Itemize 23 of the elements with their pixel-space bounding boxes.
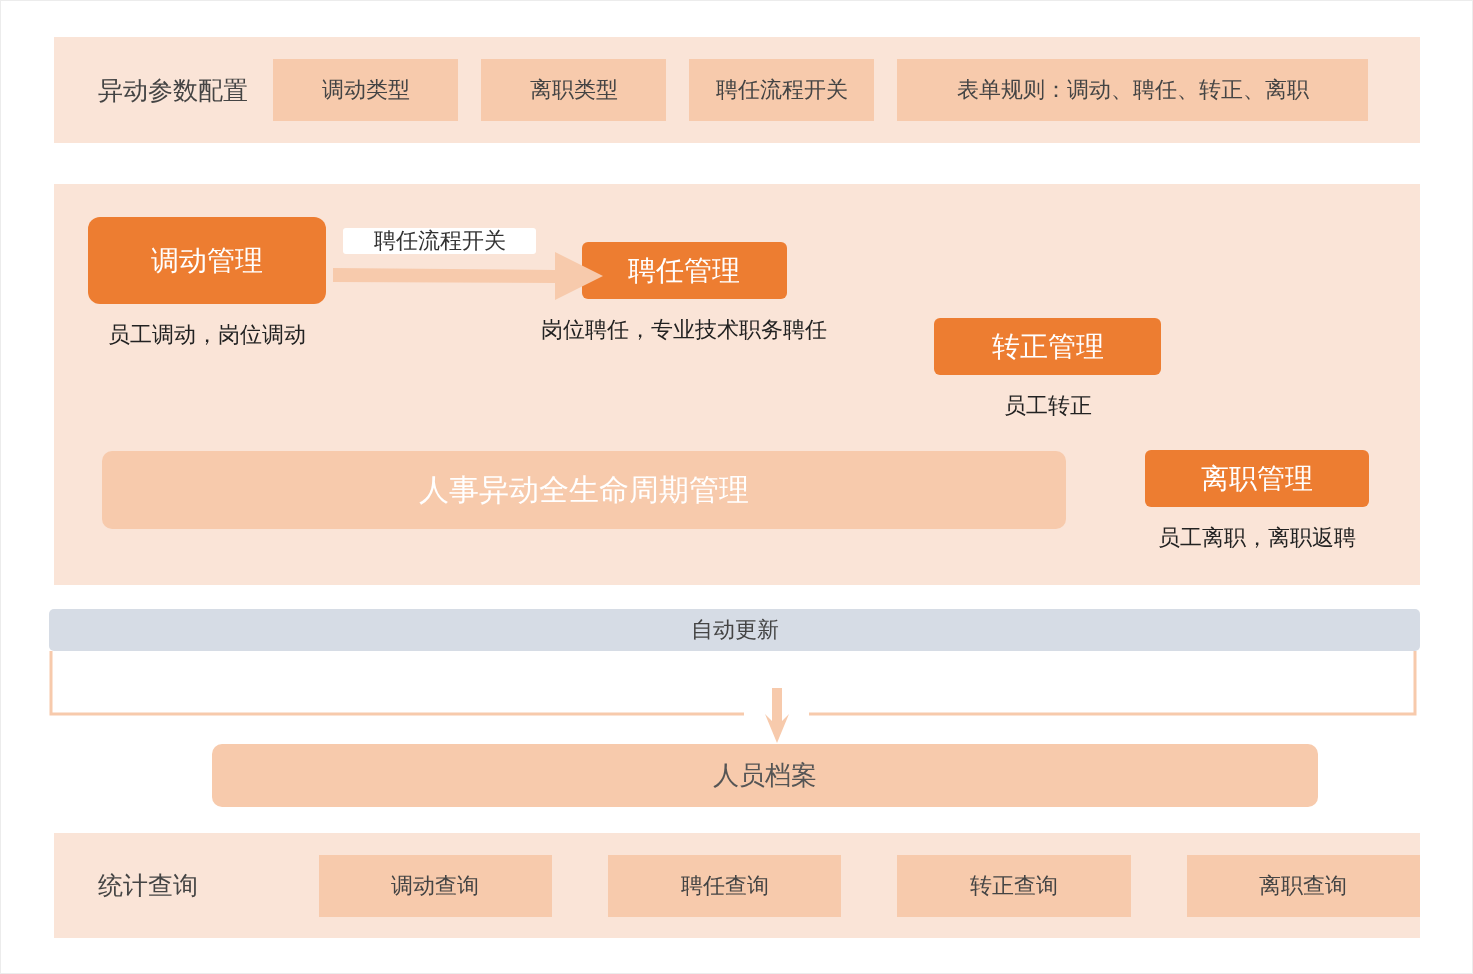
update-bar: 自动更新 (49, 609, 1420, 651)
module-box: 离职管理 (1145, 450, 1369, 507)
lifecycle-bar: 人事异动全生命周期管理 (102, 451, 1066, 529)
arrow-label: 聘任流程开关 (343, 228, 536, 254)
module-description: 员工转正 (1003, 392, 1092, 420)
query-item: 离职查询 (1186, 854, 1420, 917)
module-box: 转正管理 (934, 318, 1161, 375)
module-description: 员工离职，离职返聘 (1158, 524, 1356, 552)
query-item: 调动查询 (318, 854, 552, 917)
config-item: 离职类型 (481, 59, 666, 121)
down-arrow (765, 688, 789, 743)
query-item: 转正查询 (897, 854, 1131, 917)
archive-bar: 人员档案 (212, 744, 1318, 807)
panel-title: 统计查询 (98, 870, 199, 902)
config-item: 调动类型 (273, 59, 458, 121)
query-item: 聘任查询 (608, 854, 842, 917)
panel-title: 异动参数配置 (98, 74, 249, 107)
config-item: 聘任流程开关 (689, 59, 874, 121)
module-description: 岗位聘任，专业技术职务聘任 (541, 316, 827, 344)
module-box: 聘任管理 (581, 242, 787, 299)
config-item: 表单规则：调动、聘任、转正、离职 (897, 59, 1368, 121)
module-description: 员工调动，岗位调动 (108, 321, 306, 349)
module-box: 调动管理 (88, 217, 326, 304)
